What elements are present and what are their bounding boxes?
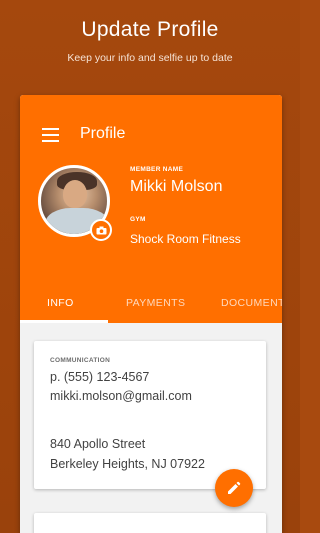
phone-screen: Profile MEMBER NAME Mikki Molson GYM Sho… (20, 95, 282, 533)
member-name: Mikki Molson (130, 178, 223, 195)
tab-documents[interactable]: DOCUMENTS (221, 283, 282, 323)
communication-card: COMMUNICATION p. (555) 123-4567 mikki.mo… (34, 341, 266, 489)
address-line-2: Berkeley Heights, NJ 07922 (50, 457, 205, 471)
communication-label: COMMUNICATION (50, 357, 111, 364)
menu-icon[interactable] (42, 128, 59, 142)
edit-button[interactable] (215, 469, 253, 507)
active-tab-indicator (20, 320, 108, 323)
camera-icon[interactable] (90, 219, 112, 241)
profile-header: Profile MEMBER NAME Mikki Molson GYM Sho… (20, 95, 282, 323)
tab-bar: INFO PAYMENTS DOCUMENTS (20, 283, 282, 323)
app-title: Profile (80, 125, 126, 142)
gym-label: GYM (130, 216, 146, 223)
gym-name: Shock Room Fitness (130, 232, 241, 246)
tab-info[interactable]: INFO (47, 283, 74, 323)
email-address[interactable]: mikki.molson@gmail.com (50, 389, 192, 403)
member-name-label: MEMBER NAME (130, 166, 184, 173)
pencil-icon (228, 481, 241, 494)
address-line-1: 840 Apollo Street (50, 437, 146, 451)
tab-payments[interactable]: PAYMENTS (126, 283, 185, 323)
second-card (34, 513, 266, 533)
promo-subhead: Keep your info and selfie up to date (67, 52, 233, 64)
phone-number[interactable]: p. (555) 123-4567 (50, 370, 149, 384)
promo-headline: Update Profile (81, 18, 219, 41)
